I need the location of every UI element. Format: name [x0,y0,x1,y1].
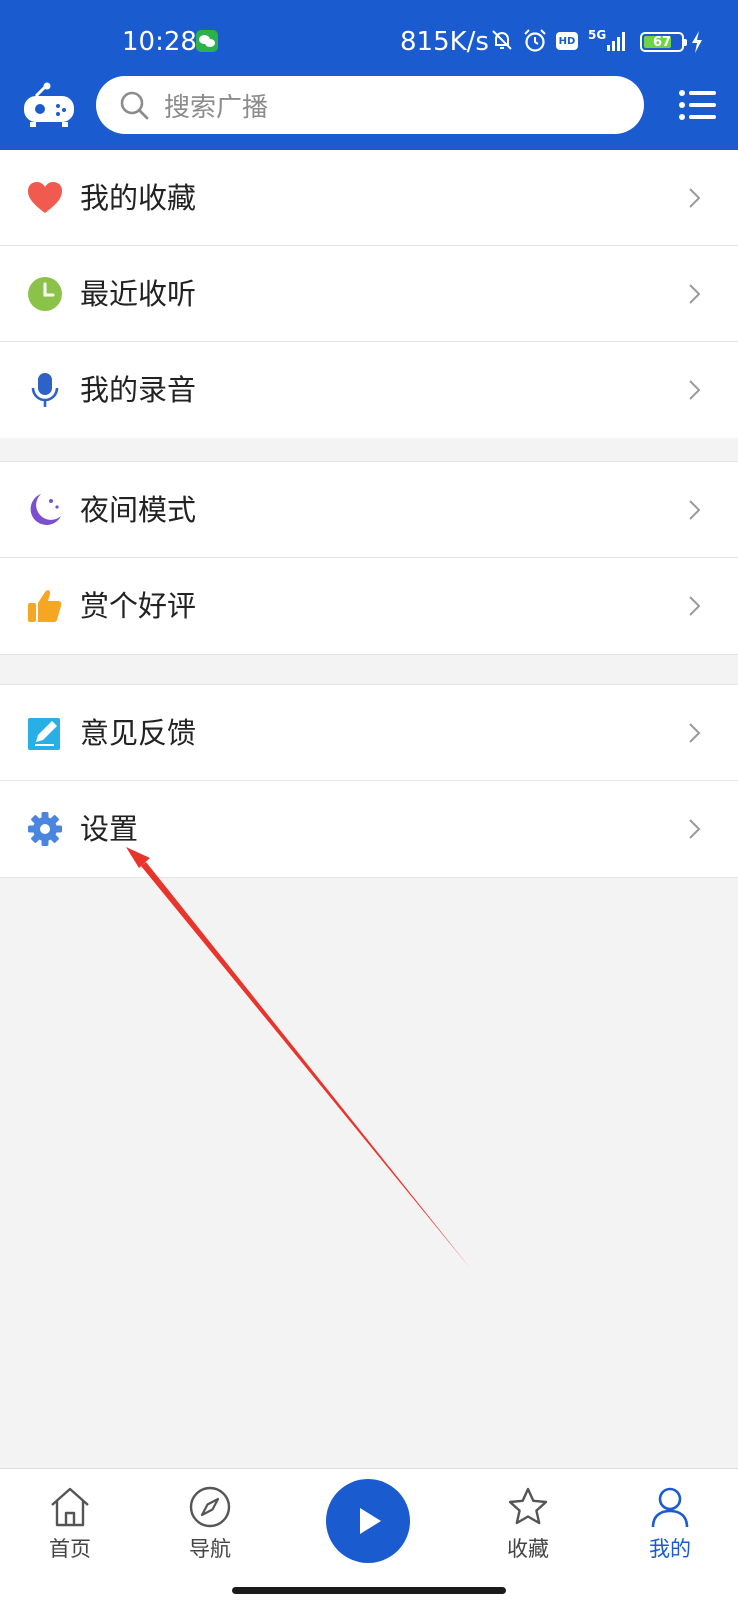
menu-item-label: 最近收听 [80,277,197,311]
top-bar: 10:28 815K/s HD 5G 67 搜索广播 [0,0,738,150]
tab-navigation[interactable]: 导航 [160,1485,260,1565]
edit-icon [28,718,60,750]
home-icon [51,1487,89,1527]
chevron-right-icon [689,819,701,839]
menu-item-label: 意见反馈 [80,716,197,750]
status-time: 10:28 [122,27,197,57]
chevron-right-icon [689,500,701,520]
chevron-right-icon [689,380,701,400]
search-icon [120,91,149,120]
radio-logo-icon[interactable] [22,82,76,128]
status-network-speed: 815K/s [400,27,489,57]
tab-label: 导航 [189,1537,231,1561]
heart-icon [28,182,62,213]
tab-label: 我的 [649,1537,691,1561]
bottom-tab-bar: 首页 导航 收藏 我的 [0,1468,738,1600]
wechat-notification-icon [196,30,218,52]
compass-icon [189,1486,231,1528]
tab-label: 收藏 [507,1537,549,1561]
chevron-right-icon [689,723,701,743]
hd-badge: HD [556,32,578,50]
menu-item-night-mode[interactable]: 夜间模式 [0,462,738,558]
gear-icon [28,812,62,846]
battery-icon: 67 [640,32,687,52]
menu-list-icon[interactable] [678,88,716,122]
menu-item-feedback[interactable]: 意见反馈 [0,685,738,781]
menu-item-rate-app[interactable]: 赏个好评 [0,558,738,654]
chevron-right-icon [689,284,701,304]
home-indicator[interactable] [232,1587,506,1594]
menu-item-recent[interactable]: 最近收听 [0,246,738,342]
menu-item-recordings[interactable]: 我的录音 [0,342,738,438]
play-button[interactable] [326,1479,410,1563]
menu-item-favorites[interactable]: 我的收藏 [0,150,738,246]
menu-group-support: 意见反馈 设置 [0,684,738,878]
play-icon [360,1508,381,1534]
signal-bars-icon [607,32,625,51]
menu-group-preferences: 夜间模式 赏个好评 [0,461,738,655]
moon-icon [30,494,61,525]
bell-muted-icon [492,30,512,50]
microphone-icon [31,373,59,407]
menu-item-label: 赏个好评 [80,589,197,623]
tab-home[interactable]: 首页 [20,1485,120,1565]
menu-group-library: 我的收藏 最近收听 我的录音 [0,150,738,438]
menu-item-label: 设置 [80,812,139,846]
menu-item-settings[interactable]: 设置 [0,781,738,877]
tab-mine[interactable]: 我的 [620,1485,720,1565]
star-icon [508,1487,548,1525]
alarm-icon [524,29,546,52]
battery-level: 67 [652,34,672,50]
tab-favorites[interactable]: 收藏 [478,1485,578,1565]
search-placeholder: 搜索广播 [164,92,269,123]
menu-item-label: 夜间模式 [80,493,197,527]
chevron-right-icon [689,596,701,616]
chevron-right-icon [689,188,701,208]
menu-item-label: 我的录音 [80,373,197,407]
charging-icon [692,31,702,53]
user-icon [651,1487,689,1528]
thumbs-up-icon [28,590,62,622]
clock-icon [28,277,62,311]
signal-5g-label: 5G [588,28,607,42]
tab-label: 首页 [49,1537,91,1561]
search-input[interactable]: 搜索广播 [96,76,644,134]
menu-item-label: 我的收藏 [80,181,197,215]
